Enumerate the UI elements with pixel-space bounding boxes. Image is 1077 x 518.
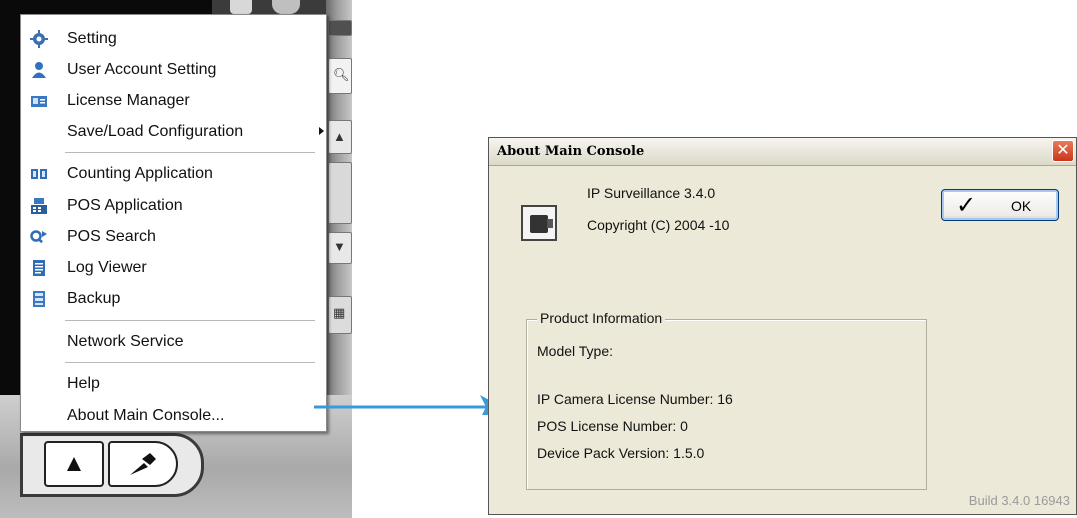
- menu-separator: [65, 152, 315, 154]
- menu-item-label: User Account Setting: [67, 61, 217, 78]
- pos-license-number: POS License Number: 0: [537, 418, 688, 434]
- side-search-button[interactable]: 🔍︎: [328, 58, 352, 94]
- ok-button[interactable]: ✓ OK: [941, 189, 1059, 221]
- menu-item-backup[interactable]: Backup: [21, 285, 326, 313]
- license-card-icon: [31, 96, 47, 107]
- chevron-down-icon: ▼: [333, 239, 346, 254]
- close-icon: ✕: [1056, 142, 1070, 159]
- connector-arrow: [314, 395, 502, 415]
- gear-icon: [30, 30, 48, 48]
- menu-item-label: About Main Console...: [67, 407, 225, 424]
- product-name: IP Surveillance 3.4.0: [587, 185, 716, 201]
- top-toolbar: [212, 0, 330, 14]
- context-menu: Setting User Account Setting License Man…: [20, 14, 327, 432]
- checkmark-icon: ✓: [956, 192, 977, 219]
- grid-icon: ▦: [333, 305, 346, 320]
- menu-item-setting[interactable]: Setting: [21, 25, 326, 53]
- side-home-button[interactable]: [328, 162, 352, 224]
- model-type-label: Model Type:: [537, 343, 614, 359]
- menu-item-pos-application[interactable]: POS Application: [21, 192, 326, 220]
- menu-item-label: Save/Load Configuration: [67, 123, 244, 140]
- build-number: Build 3.4.0 16943: [968, 493, 1070, 508]
- menu-item-pos-search[interactable]: POS Search: [21, 223, 326, 251]
- menu-item-user-account-setting[interactable]: User Account Setting: [21, 56, 326, 84]
- menu-item-label: Help: [67, 375, 100, 392]
- menu-item-log-viewer[interactable]: Log Viewer: [21, 254, 326, 282]
- tools-button[interactable]: [108, 441, 178, 487]
- menu-separator: [65, 362, 315, 364]
- toolbar-button[interactable]: [272, 0, 300, 14]
- toolbar-button[interactable]: [230, 0, 252, 14]
- about-dialog: About Main Console ✕ IP Surveillance 3.4…: [488, 137, 1077, 515]
- camera-app-icon: [521, 205, 557, 241]
- ok-button-label: OK: [1011, 198, 1032, 214]
- scroll-down-button[interactable]: ▼: [328, 232, 352, 264]
- menu-item-label: POS Search: [67, 228, 156, 245]
- group-title: Product Information: [537, 310, 666, 326]
- search-icon: 🔍︎: [333, 67, 350, 82]
- chevron-up-icon: ▲: [333, 129, 346, 144]
- backup-icon: [33, 291, 45, 307]
- menu-item-label: Setting: [67, 30, 117, 47]
- menu-item-license-manager[interactable]: License Manager: [21, 87, 326, 115]
- side-layout-button[interactable]: ▦: [328, 296, 352, 334]
- device-pack-version: Device Pack Version: 1.5.0: [537, 445, 705, 461]
- menu-item-help[interactable]: Help: [21, 370, 326, 398]
- menu-item-counting-application[interactable]: Counting Application: [21, 160, 326, 188]
- document-icon: [33, 260, 45, 276]
- menu-item-label: License Manager: [67, 92, 190, 109]
- copyright-text: Copyright (C) 2004 -10: [587, 217, 730, 233]
- video-area-top: [28, 0, 212, 14]
- search-arrow-icon: [30, 230, 47, 244]
- dialog-title-bar: About Main Console ✕: [489, 138, 1076, 166]
- close-button[interactable]: ✕: [1052, 140, 1074, 162]
- menu-item-save-load-configuration[interactable]: Save/Load Configuration: [21, 118, 326, 146]
- product-information-group: Product Information Model Type: IP Camer…: [526, 310, 927, 490]
- scroll-up-button[interactable]: ▲: [328, 120, 352, 154]
- counting-icon: [31, 169, 47, 179]
- user-icon: [32, 62, 46, 78]
- dialog-title: About Main Console: [497, 144, 645, 159]
- menu-item-network-service[interactable]: Network Service: [21, 328, 326, 356]
- side-slot: [328, 20, 352, 36]
- menu-item-about-main-console[interactable]: About Main Console...: [21, 402, 326, 430]
- pos-register-icon: [31, 198, 47, 214]
- warning-button[interactable]: ▲: [44, 441, 104, 487]
- wrench-icon: [130, 453, 156, 475]
- warning-icon: ▲: [62, 450, 86, 477]
- menu-separator: [65, 320, 315, 322]
- ip-camera-license-number: IP Camera License Number: 16: [537, 391, 733, 407]
- side-toolbar: 🔍︎ ▲ ▼ ▦: [326, 0, 352, 430]
- menu-item-label: Network Service: [67, 333, 184, 350]
- menu-item-label: Log Viewer: [67, 259, 147, 276]
- submenu-arrow-icon: [319, 127, 324, 135]
- menu-item-label: POS Application: [67, 197, 183, 214]
- menu-item-label: Backup: [67, 290, 121, 307]
- menu-item-label: Counting Application: [67, 165, 213, 182]
